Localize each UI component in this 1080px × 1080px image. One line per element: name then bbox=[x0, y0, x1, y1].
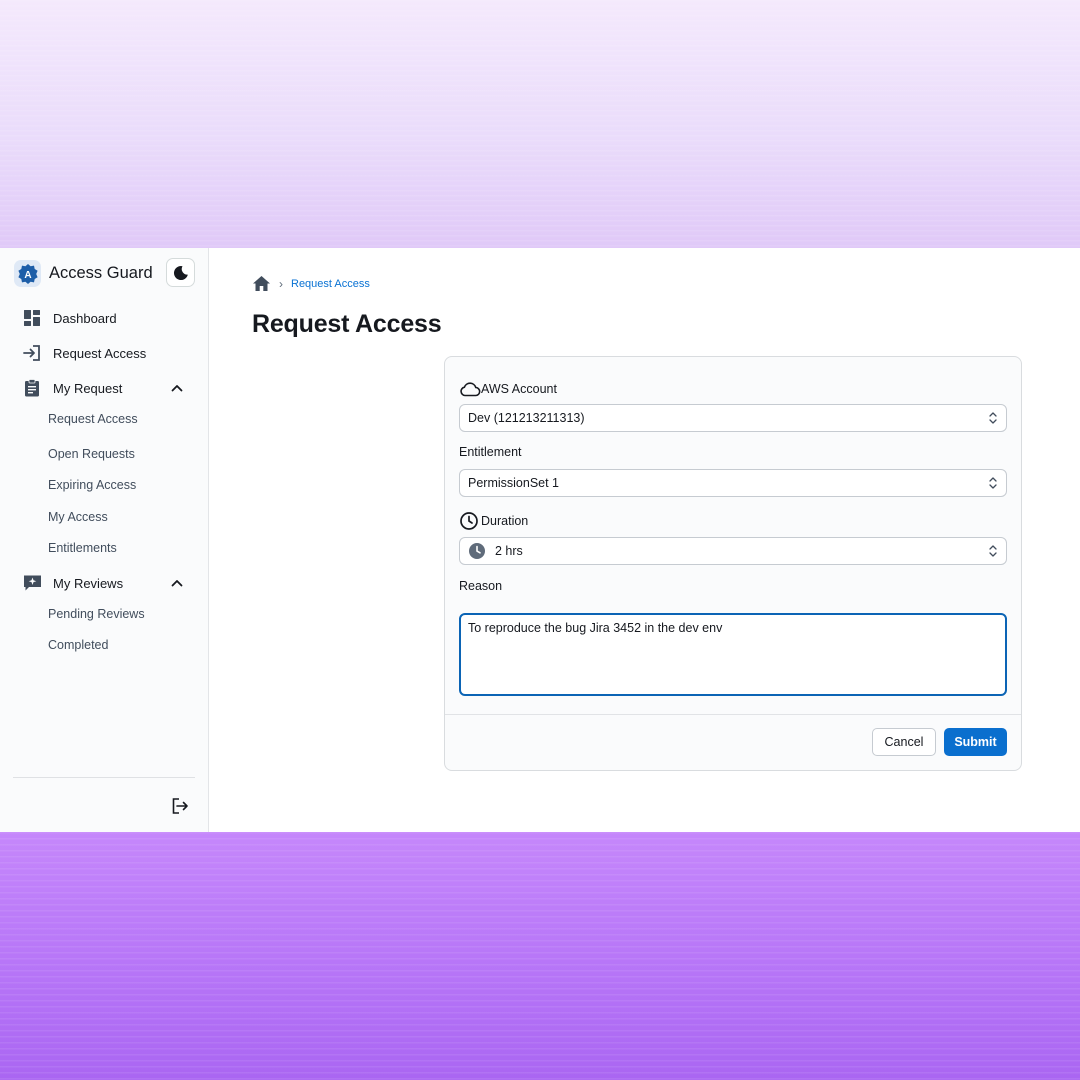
sidebar-item-label: Request Access bbox=[53, 345, 147, 361]
sidebar-item-label: My Request bbox=[53, 380, 123, 396]
sidebar-item-request-access[interactable]: Request Access bbox=[22, 343, 146, 363]
clock-icon bbox=[459, 511, 481, 531]
sidebar-subitem-my-access[interactable]: My Access bbox=[48, 510, 108, 524]
sidebar-subitem-pending-reviews[interactable]: Pending Reviews bbox=[48, 607, 145, 621]
cancel-button[interactable]: Cancel bbox=[872, 728, 936, 756]
entitlement-select[interactable]: PermissionSet 1 bbox=[459, 469, 1007, 497]
sidebar-item-label: My Reviews bbox=[53, 575, 124, 591]
aws-account-label: AWS Account bbox=[459, 379, 557, 399]
cloud-icon bbox=[459, 379, 481, 399]
background-bottom bbox=[0, 832, 1080, 1080]
sidebar-divider bbox=[13, 777, 195, 778]
reason-label: Reason bbox=[459, 579, 503, 593]
app-window: A Access Guard Dashboard Request Access … bbox=[0, 248, 1080, 832]
home-icon[interactable] bbox=[252, 275, 271, 292]
theme-toggle-button[interactable] bbox=[166, 258, 195, 287]
dashboard-icon bbox=[22, 308, 42, 328]
logout-button[interactable] bbox=[170, 796, 190, 816]
duration-select[interactable]: 2 hrs bbox=[459, 537, 1007, 565]
aws-account-select[interactable]: Dev (121213211313) bbox=[459, 404, 1007, 432]
clock-filled-icon bbox=[468, 542, 486, 560]
breadcrumb: › Request Access bbox=[252, 275, 370, 292]
chevron-up-icon[interactable] bbox=[170, 381, 184, 395]
brand-logo-icon: A bbox=[14, 260, 41, 287]
submit-button[interactable]: Submit bbox=[944, 728, 1007, 756]
sidebar-subitem-completed[interactable]: Completed bbox=[48, 638, 108, 652]
sidebar-item-label: Dashboard bbox=[53, 310, 117, 326]
reason-textarea[interactable]: To reproduce the bug Jira 3452 in the de… bbox=[459, 613, 1007, 696]
background-top bbox=[0, 0, 1080, 248]
page-title: Request Access bbox=[252, 310, 442, 338]
breadcrumb-current[interactable]: Request Access bbox=[291, 278, 370, 290]
duration-label: Duration bbox=[459, 511, 528, 531]
brand-logo-letter: A bbox=[24, 270, 31, 281]
clipboard-icon bbox=[22, 378, 42, 398]
select-updown-icon bbox=[989, 545, 997, 557]
moon-icon bbox=[173, 265, 188, 280]
chevron-up-icon[interactable] bbox=[170, 576, 184, 590]
select-updown-icon bbox=[989, 412, 997, 424]
sidebar-item-my-reviews[interactable]: My Reviews bbox=[22, 573, 123, 593]
login-arrow-icon bbox=[22, 343, 42, 363]
sidebar-subitem-open-requests[interactable]: Open Requests bbox=[48, 447, 135, 461]
breadcrumb-separator: › bbox=[279, 276, 283, 291]
form-footer-divider bbox=[445, 714, 1021, 715]
entitlement-value: PermissionSet 1 bbox=[468, 476, 560, 490]
sidebar-item-dashboard[interactable]: Dashboard bbox=[22, 308, 117, 328]
sidebar: A Access Guard Dashboard Request Access … bbox=[0, 248, 209, 832]
sidebar-subitem-entitlements[interactable]: Entitlements bbox=[48, 541, 117, 555]
entitlement-label: Entitlement bbox=[459, 445, 522, 459]
brand[interactable]: A Access Guard bbox=[14, 260, 153, 287]
request-form: AWS Account Dev (121213211313) Entitleme… bbox=[444, 356, 1022, 771]
app-name: Access Guard bbox=[49, 264, 153, 282]
sidebar-subitem-expiring-access[interactable]: Expiring Access bbox=[48, 478, 136, 492]
select-updown-icon bbox=[989, 477, 997, 489]
duration-value: 2 hrs bbox=[495, 544, 523, 558]
sidebar-item-my-request[interactable]: My Request bbox=[22, 378, 122, 398]
aws-account-value: Dev (121213211313) bbox=[468, 411, 585, 425]
sidebar-subitem-request-access[interactable]: Request Access bbox=[48, 412, 138, 426]
logout-icon bbox=[172, 798, 188, 814]
review-star-icon bbox=[22, 573, 42, 593]
